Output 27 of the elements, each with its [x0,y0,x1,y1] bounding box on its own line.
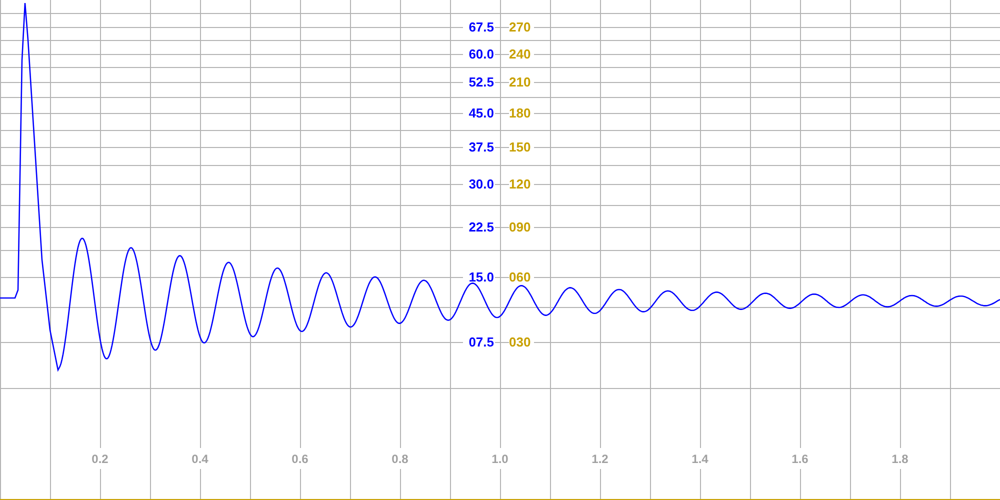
right-axis-label: 180 [509,106,531,120]
left-axis-label: 52.5 [468,74,494,90]
left-axis-label: 07.5 [468,334,494,350]
right-axis-label: 270 [509,20,531,34]
x-axis-label: 1.2 [592,452,608,466]
x-axis-label: 0.6 [292,452,308,466]
left-axis-label: 22.5 [468,220,494,234]
right-axis-label: 060 [509,270,531,284]
right-axis-label: 090 [509,220,531,234]
left-axis-label: 60.0 [468,46,494,62]
left-axis-label: 15.0 [468,270,494,284]
x-axis-label: 1.0 [492,452,508,466]
left-axis-label: 67.5 [468,20,494,34]
right-axis-label: 150 [509,140,531,154]
right-axis-label: 120 [509,176,531,192]
right-axis-label: 240 [509,46,531,62]
left-axis-label: 45.0 [468,106,494,120]
left-axis-label: 30.0 [468,176,494,192]
left-axis-label: 37.5 [468,140,494,154]
x-axis-label: 1.4 [692,452,708,466]
x-axis-label: 0.2 [92,452,108,466]
x-axis-label: 1.6 [792,452,808,466]
right-axis-label: 210 [509,74,531,90]
x-axis-label: 1.8 [892,452,908,466]
x-axis-label: 0.4 [192,452,208,466]
right-axis-label: 030 [509,334,531,350]
x-axis-label: 0.8 [392,452,408,466]
